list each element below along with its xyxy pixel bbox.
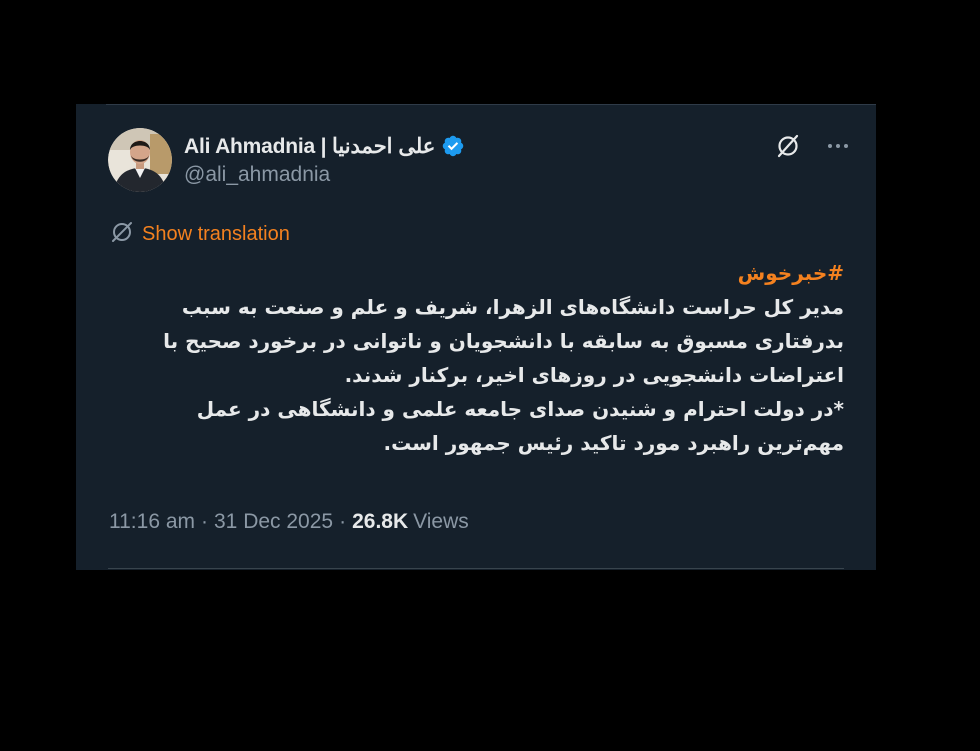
show-translation-link[interactable]: Show translation: [110, 220, 290, 248]
views-label: Views: [413, 510, 469, 533]
tweet-date[interactable]: 31 Dec 2025: [214, 510, 333, 534]
display-name-row: Ali Ahmadnia | علی احمدنیا: [184, 132, 465, 160]
translate-icon: [110, 220, 134, 248]
meta-separator: ·: [201, 510, 208, 533]
body-line: مهم‌ترین راهبرد مورد تاکید رئیس جمهور اس…: [383, 431, 844, 455]
hashtag-link[interactable]: #خبرخوش: [108, 256, 844, 290]
user-name-block: Ali Ahmadnia | علی احمدنیا @ali_ahmadnia: [184, 132, 465, 187]
body-line: بدرفتاری مسبوق به سابقه با دانشجویان و ن…: [163, 329, 844, 353]
bottom-divider: [108, 568, 844, 569]
tweet-card: Ali Ahmadnia | علی احمدنیا @ali_ahmadnia: [76, 104, 876, 570]
verified-badge-icon: [441, 134, 465, 158]
avatar[interactable]: [108, 128, 172, 192]
user-handle[interactable]: @ali_ahmadnia: [184, 163, 465, 187]
grok-icon[interactable]: [774, 132, 802, 160]
screenshot-canvas: Ali Ahmadnia | علی احمدنیا @ali_ahmadnia: [0, 0, 980, 751]
meta-separator: ·: [339, 510, 347, 533]
tweet-meta: 11:16 am · 31 Dec 2025 · 26.8K Views: [109, 510, 469, 534]
views-count: 26.8K: [352, 510, 409, 533]
avatar-image: [108, 128, 172, 192]
tweet-time[interactable]: 11:16 am: [109, 510, 195, 534]
body-line: اعتراضات دانشجویی در روزهای اخیر، برکنار…: [344, 363, 844, 387]
body-line: مدیر کل حراست دانشگاه‌های الزهرا، شریف و…: [181, 295, 844, 319]
top-divider: [106, 104, 876, 105]
header-actions: [774, 132, 852, 160]
tweet-header: Ali Ahmadnia | علی احمدنیا @ali_ahmadnia: [108, 128, 852, 192]
body-line: *در دولت احترام و شنیدن صدای جامعه علمی …: [196, 397, 844, 421]
tweet-body: #خبرخوش مدیر کل حراست دانشگاه‌های الزهرا…: [108, 256, 844, 460]
show-translation-label: Show translation: [142, 222, 290, 245]
display-name[interactable]: Ali Ahmadnia | علی احمدنیا: [184, 134, 436, 159]
more-icon[interactable]: [824, 132, 852, 160]
